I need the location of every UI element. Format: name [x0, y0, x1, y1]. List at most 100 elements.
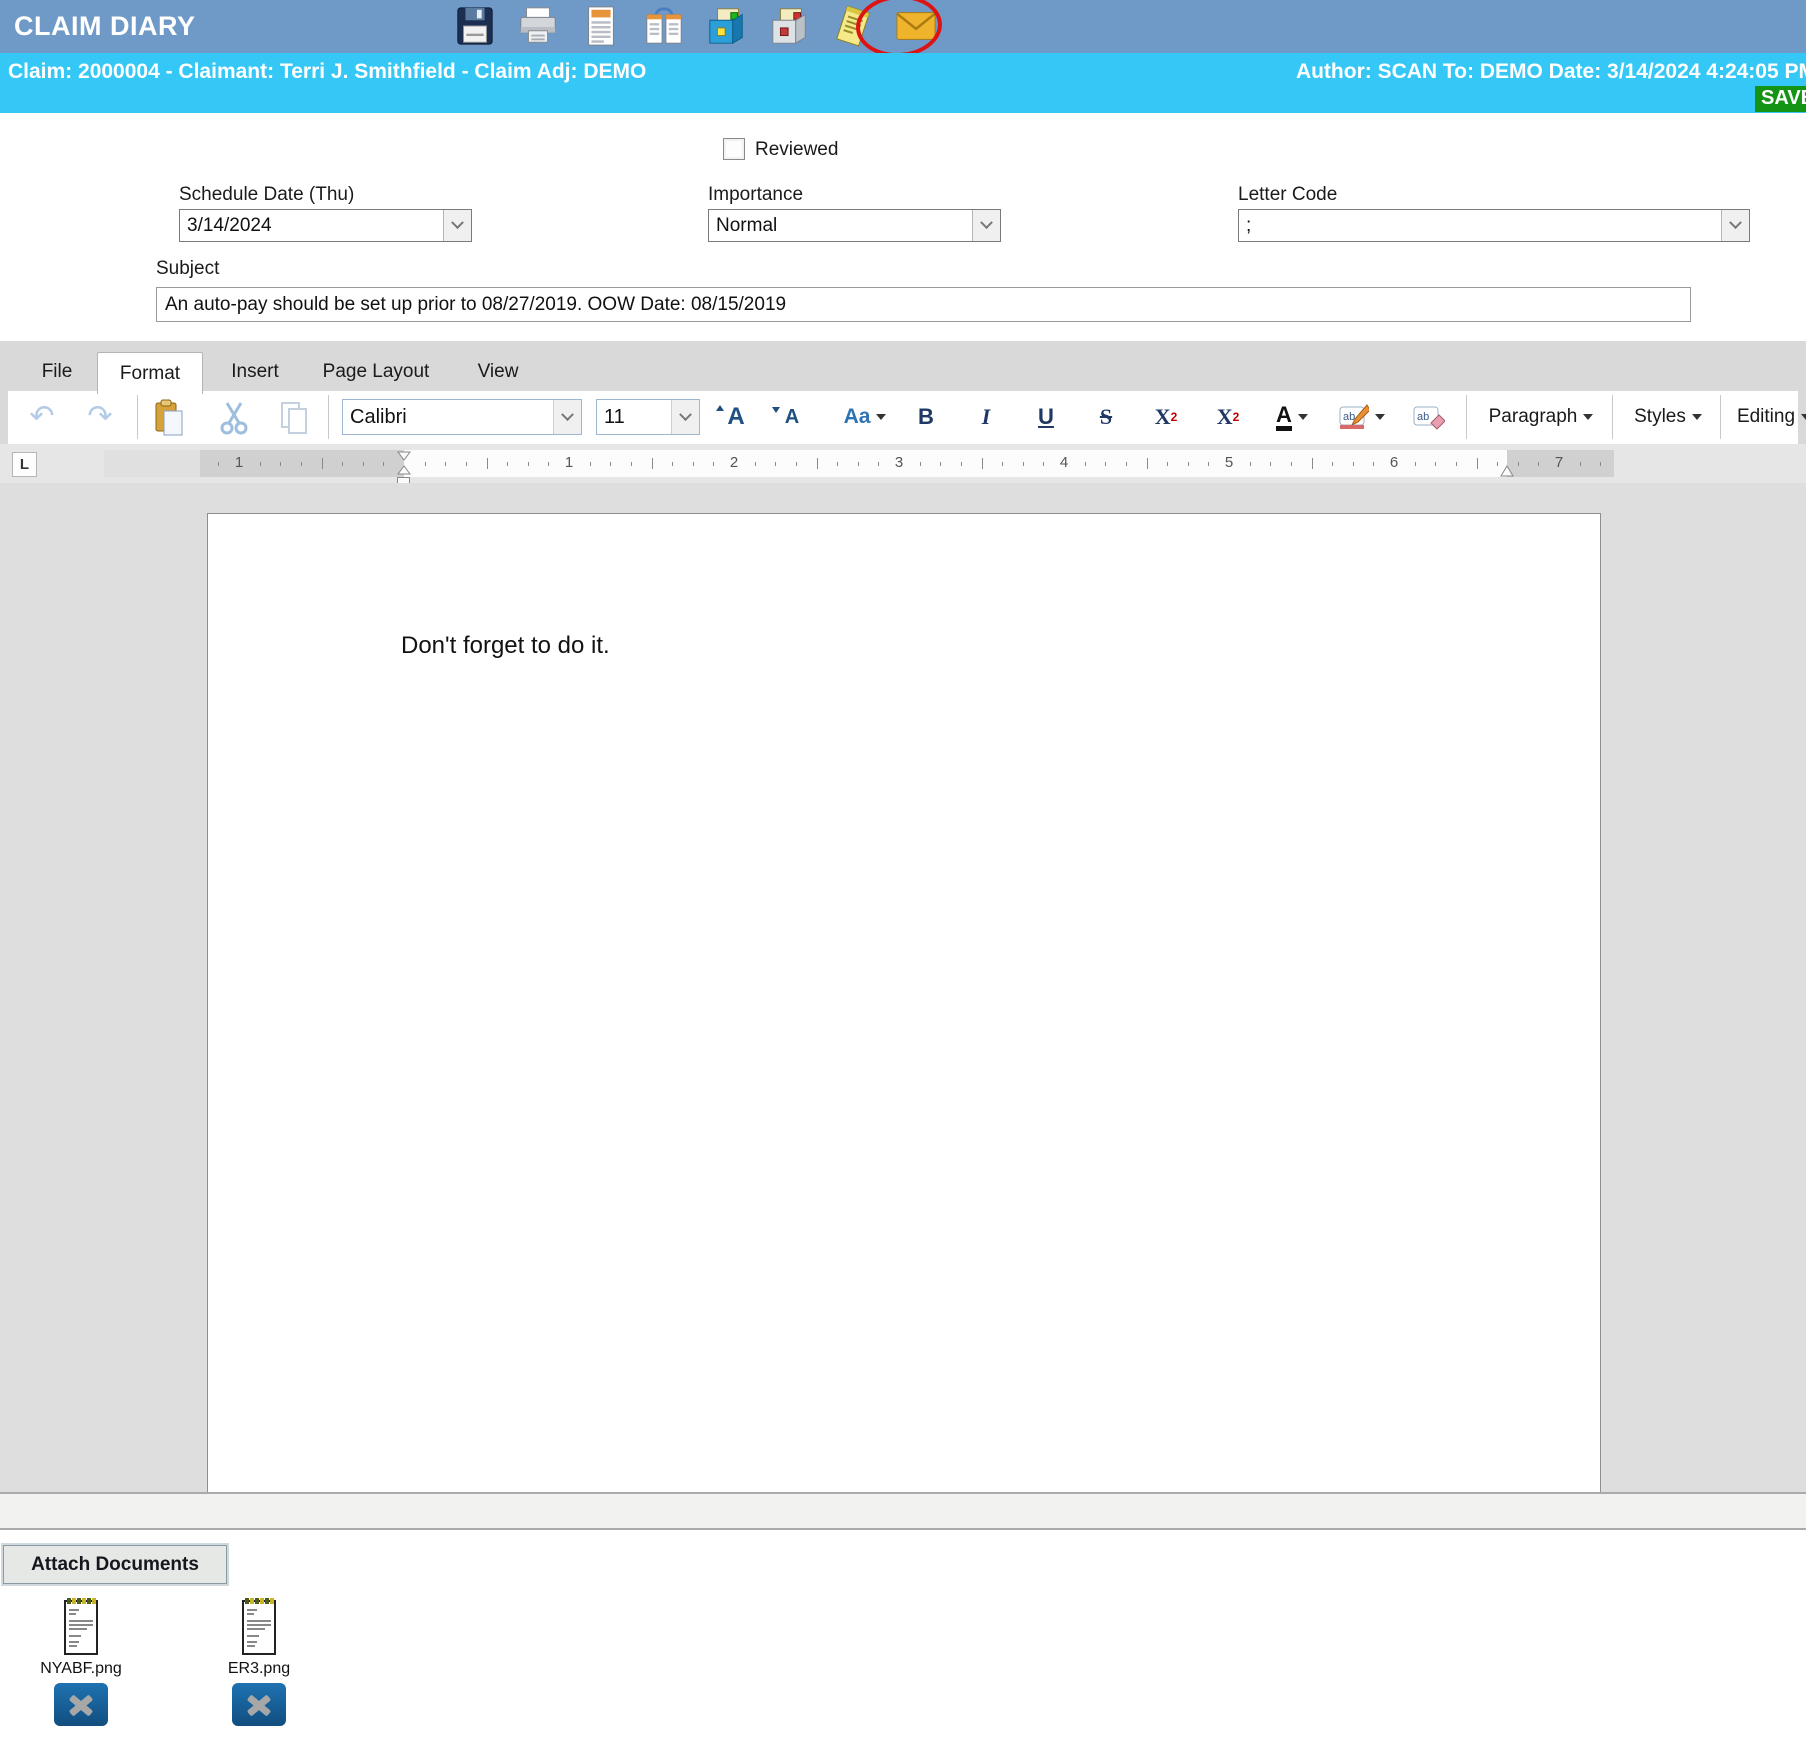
ruler-tick — [1580, 462, 1581, 466]
change-case-button[interactable]: Aa — [832, 397, 898, 437]
document-text[interactable]: Don't forget to do it. — [401, 632, 610, 660]
tab-page-layout[interactable]: Page Layout — [316, 352, 436, 391]
ruler-tick — [322, 458, 323, 469]
clear-formatting-icon: ab — [1413, 403, 1445, 431]
save-button[interactable] — [452, 3, 498, 49]
ruler-number: 7 — [1550, 454, 1568, 471]
paste-icon — [154, 399, 186, 437]
archive-closed-button[interactable] — [767, 3, 813, 49]
copy-button[interactable] — [272, 397, 316, 439]
dropdown-caret-icon — [1375, 414, 1385, 420]
font-size-select[interactable]: 11 — [596, 399, 700, 435]
ruler-tick — [342, 462, 343, 466]
report-button[interactable] — [578, 3, 624, 49]
tab-insert[interactable]: Insert — [222, 352, 288, 391]
attach-documents-button[interactable]: Attach Documents — [3, 1545, 227, 1584]
ruler[interactable]: 11234567 — [104, 450, 1614, 477]
font-name-value: Calibri — [343, 406, 553, 429]
delete-attachment-button[interactable] — [232, 1683, 286, 1726]
copy-notes-button[interactable] — [641, 3, 687, 49]
subject-label: Subject — [156, 258, 219, 280]
font-size-value: 11 — [597, 406, 671, 429]
chevron-down-icon[interactable] — [553, 400, 581, 434]
reviewed-checkbox[interactable] — [723, 138, 745, 160]
ruler-tick — [1332, 462, 1333, 466]
indent-marker-icon[interactable] — [397, 451, 411, 476]
superscript-button[interactable]: X 2 — [1140, 397, 1192, 437]
ruler-tick — [487, 458, 488, 469]
print-button[interactable] — [515, 3, 561, 49]
letter-code-select[interactable]: ; — [1238, 209, 1750, 242]
attachment-file-icon — [239, 1595, 279, 1657]
ruler-tick — [858, 462, 859, 466]
ruler-tick — [548, 462, 549, 466]
editing-menu-button[interactable]: Editing — [1726, 397, 1806, 437]
clear-formatting-button[interactable]: ab — [1404, 397, 1454, 437]
undo-button[interactable]: ↶ — [22, 397, 62, 437]
dropdown-caret-icon — [1298, 414, 1308, 420]
app-title: CLAIM DIARY — [14, 11, 196, 42]
shrink-font-icon — [772, 407, 780, 413]
bold-button[interactable]: B — [904, 397, 948, 437]
ruler-tick — [1538, 462, 1539, 466]
cut-button[interactable] — [212, 397, 256, 439]
ruler-tick — [590, 462, 591, 466]
ruler-tick — [817, 458, 818, 469]
strikethrough-button[interactable]: S — [1084, 397, 1128, 437]
horizontal-scrollbar[interactable] — [0, 1492, 1806, 1530]
right-indent-marker-icon[interactable] — [1500, 465, 1514, 477]
ruler-tick — [1600, 462, 1601, 466]
ruler-tick — [1477, 458, 1478, 469]
attachment-filename: NYABF.png — [40, 1660, 122, 1678]
font-color-button[interactable]: A — [1262, 397, 1322, 437]
document-page[interactable]: Don't forget to do it. — [207, 513, 1601, 1492]
redo-icon: ↷ — [87, 402, 112, 432]
highlight-button[interactable]: ab — [1330, 397, 1394, 437]
ruler-tick — [1312, 458, 1313, 469]
ruler-tick — [1415, 462, 1416, 466]
ruler-tick — [1456, 462, 1457, 466]
save-badge[interactable]: SAVE — [1755, 86, 1806, 112]
schedule-date-select[interactable]: 3/14/2024 — [179, 209, 472, 242]
ruler-tick — [631, 462, 632, 466]
archive-open-button[interactable] — [704, 3, 750, 49]
undo-icon: ↶ — [29, 402, 54, 432]
delete-attachment-button[interactable] — [54, 1683, 108, 1726]
claim-info-bar: Claim: 2000004 - Claimant: Terri J. Smit… — [0, 53, 1806, 113]
italic-button[interactable]: I — [964, 397, 1008, 437]
redo-button[interactable]: ↷ — [80, 397, 120, 437]
tab-stop-selector[interactable]: L — [12, 452, 37, 477]
email-annotation-circle — [854, 0, 944, 60]
chevron-down-icon[interactable] — [671, 400, 699, 434]
svg-text:ab: ab — [1417, 411, 1429, 423]
grow-font-button[interactable]: A — [714, 397, 758, 437]
underline-button[interactable]: U — [1024, 397, 1068, 437]
document-editor-area[interactable]: Don't forget to do it. — [0, 483, 1806, 1492]
subscript-button[interactable]: X 2 — [1202, 397, 1254, 437]
tab-format[interactable]: Format — [97, 352, 203, 394]
ruler-tick — [775, 462, 776, 466]
dropdown-caret-icon — [1801, 414, 1806, 420]
font-name-select[interactable]: Calibri — [342, 399, 582, 435]
ruler-number: 3 — [890, 454, 908, 471]
chevron-down-icon[interactable] — [443, 210, 471, 241]
subject-input[interactable] — [156, 287, 1691, 322]
tab-view[interactable]: View — [468, 352, 528, 391]
paste-button[interactable] — [148, 397, 192, 439]
ruler-row: L 11234567 — [0, 444, 1806, 483]
importance-select[interactable]: Normal — [708, 209, 1001, 242]
ruler-tick — [528, 462, 529, 466]
ruler-tick — [1353, 462, 1354, 466]
chevron-down-icon[interactable] — [1721, 210, 1749, 241]
shrink-font-button[interactable]: A — [770, 397, 814, 437]
paragraph-menu-button[interactable]: Paragraph — [1478, 397, 1604, 437]
ruler-tick — [1167, 462, 1168, 466]
attachment-filename: ER3.png — [228, 1660, 290, 1678]
cut-icon — [219, 401, 249, 435]
tab-file[interactable]: File — [28, 352, 86, 391]
attachment-item: NYABF.png — [26, 1595, 136, 1726]
ruler-tick — [1085, 462, 1086, 466]
chevron-down-icon[interactable] — [972, 210, 1000, 241]
styles-menu-button[interactable]: Styles — [1622, 397, 1714, 437]
diary-form: Reviewed Schedule Date (Thu) 3/14/2024 I… — [0, 113, 1806, 341]
